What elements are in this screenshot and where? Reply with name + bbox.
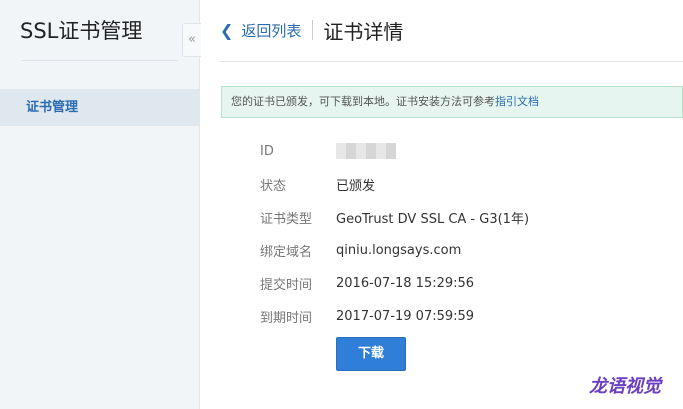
detail-row-cert-type: 证书类型 GeoTrust DV SSL CA - G3(1年): [260, 207, 529, 227]
chevron-left-icon: ❮: [220, 20, 234, 40]
submitted-time-value: 2016-07-18 15:29:56: [336, 275, 475, 291]
detail-row-submitted: 提交时间 2016-07-18 15:29:56: [260, 273, 474, 293]
id-value-redacted: [336, 143, 396, 159]
expiry-time-value: 2017-07-19 07:59:59: [336, 308, 475, 324]
sidebar-title: SSL证书管理: [20, 19, 143, 43]
sidebar-item-cert-management[interactable]: 证书管理: [0, 89, 200, 126]
detail-row-expiry: 到期时间 2017-07-19 07:59:59: [260, 306, 474, 326]
collapse-sidebar-button[interactable]: «: [182, 23, 201, 57]
back-to-list-link[interactable]: ❮ 返回列表: [220, 20, 301, 41]
detail-row-domain: 绑定域名 qiniu.longsays.com: [260, 240, 461, 260]
detail-label: 到期时间: [260, 310, 313, 326]
sidebar-divider: [22, 60, 178, 61]
detail-row-id: ID: [260, 141, 396, 161]
sidebar: SSL证书管理 证书管理: [0, 0, 200, 409]
watermark-logo: 龙语视觉: [589, 376, 661, 397]
detail-label: ID: [260, 143, 274, 159]
guide-doc-link[interactable]: 指引文档: [495, 95, 539, 108]
back-link-label: 返回列表: [241, 21, 302, 40]
header-divider: [220, 61, 683, 62]
detail-label: 状态: [260, 178, 287, 194]
detail-row-status: 状态 已颁发: [260, 174, 375, 194]
domain-value: qiniu.longsays.com: [336, 242, 462, 258]
page-header: ❮ 返回列表 证书详情: [220, 12, 403, 48]
detail-label: 提交时间: [260, 277, 313, 293]
double-chevron-left-icon: «: [188, 32, 196, 47]
header-separator: [312, 20, 314, 40]
page-title: 证书详情: [323, 19, 404, 44]
success-notice: 您的证书已颁发，可下载到本地。证书安装方法可参考指引文档: [221, 86, 683, 118]
download-button[interactable]: 下载: [336, 337, 406, 371]
cert-type-value: GeoTrust DV SSL CA - G3(1年): [336, 211, 530, 227]
detail-label: 证书类型: [260, 211, 313, 227]
detail-label: 绑定域名: [260, 244, 313, 260]
status-value: 已颁发: [336, 178, 376, 194]
notice-text: 您的证书已颁发，可下载到本地。证书安装方法可参考: [231, 95, 495, 108]
